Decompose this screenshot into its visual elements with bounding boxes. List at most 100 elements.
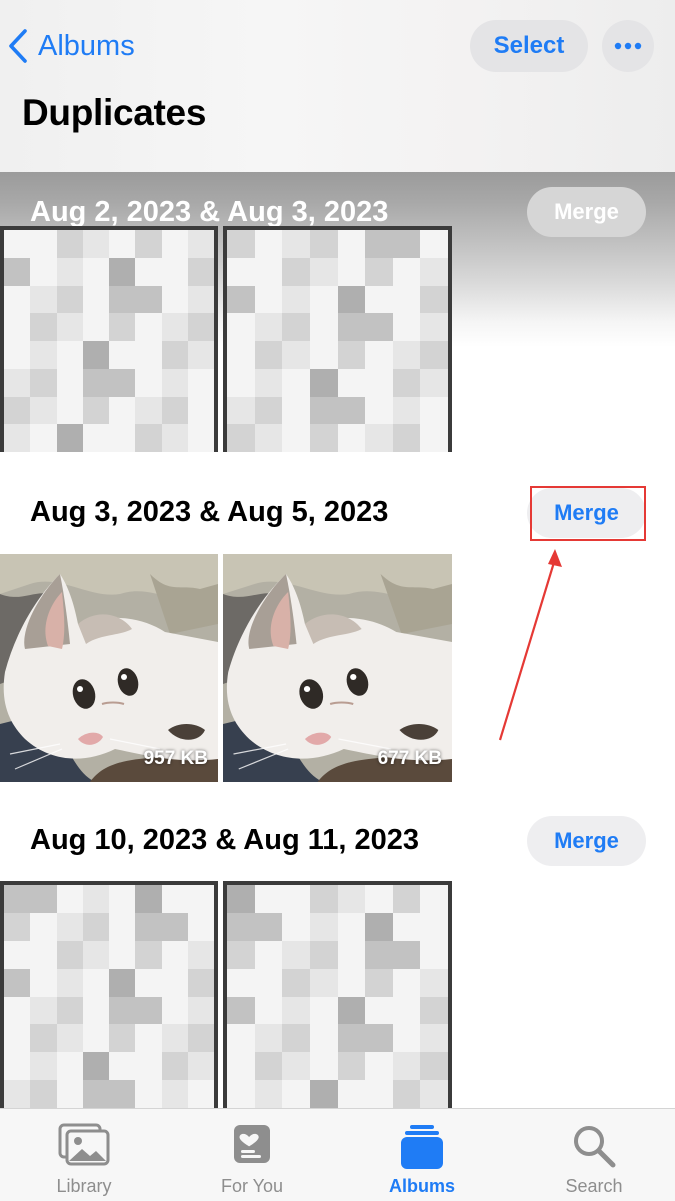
merge-button[interactable]: Merge [527,816,646,866]
mosaic-tile [4,1024,31,1053]
photo-thumbnail[interactable] [0,226,218,452]
mosaic-tile [187,912,214,941]
mosaic-tile [4,912,31,941]
tab-search[interactable]: Search [510,1109,675,1201]
mosaic-tile [392,285,421,314]
tab-albums[interactable]: Albums [338,1109,506,1201]
mosaic-tile [135,968,162,997]
mosaic-tile [392,1080,421,1108]
mosaic-tile [420,368,448,397]
mosaic-tile [161,912,188,941]
library-icon [56,1123,112,1172]
mosaic-tile [109,968,136,997]
mosaic-tile [420,285,448,314]
mosaic-tile [30,1052,57,1081]
mosaic-tile [4,230,31,258]
mosaic-tile [4,396,31,425]
mosaic-tile [187,313,214,341]
more-options-button[interactable] [602,20,654,72]
mosaic-tile [227,968,255,997]
chevron-left-icon [8,28,28,64]
mosaic-tile [227,1024,255,1053]
mosaic-tile [282,368,310,397]
navigation-header: Albums Select Duplicates [0,0,675,172]
duplicate-group: Aug 2, 2023 & Aug 3, 2023 Merge [0,172,675,452]
mosaic-tile [365,968,393,997]
mosaic-tile [309,1052,338,1081]
mosaic-tile [337,313,366,341]
mosaic-tile [254,912,283,941]
mosaic-tile [254,424,283,452]
mosaic-tile [309,230,338,258]
mosaic-tile [4,996,31,1025]
mosaic-tile [161,341,188,369]
mosaic-tile [82,1024,109,1053]
mosaic-tile [135,285,162,314]
mosaic-tile [282,1024,310,1053]
mosaic-tile [135,257,162,286]
mosaic-tile [227,885,255,913]
tab-for-you[interactable]: For You [168,1109,336,1201]
mosaic-tile [420,912,448,941]
photo-thumbnail[interactable]: 677 KB [223,554,452,782]
mosaic-tile [30,257,57,286]
mosaic-tile [56,968,83,997]
mosaic-tile [365,285,393,314]
mosaic-tile [392,257,421,286]
mosaic-tile [161,996,188,1025]
mosaic-tile [337,285,366,314]
mosaic-tile [109,396,136,425]
mosaic-tile [4,313,31,341]
mosaic-tile [282,341,310,369]
merge-button[interactable]: Merge [527,187,646,237]
mosaic-tile [187,968,214,997]
mosaic-tile [109,285,136,314]
albums-icon [398,1123,446,1176]
photo-thumbnail[interactable] [223,881,452,1108]
mosaic-tile [161,257,188,286]
select-button[interactable]: Select [470,20,588,72]
mosaic-tile [309,368,338,397]
mosaic-tile [420,424,448,452]
mosaic-tile [309,424,338,452]
mosaic-tile [420,230,448,258]
mosaic-tile [282,230,310,258]
mosaic-tile [392,313,421,341]
mosaic-tile [365,1052,393,1081]
mosaic-tile [135,1080,162,1108]
mosaic-tile [392,885,421,913]
tab-library[interactable]: Library [0,1109,168,1201]
mosaic-tile [30,285,57,314]
mosaic-tile [254,396,283,425]
mosaic-tile [282,885,310,913]
mosaic-tile [309,341,338,369]
mosaic-tile [309,940,338,969]
mosaic-tile [365,257,393,286]
mosaic-tile [365,313,393,341]
mosaic-tile [82,341,109,369]
mosaic-tile [82,940,109,969]
mosaic-tile [82,257,109,286]
mosaic-tile [420,1052,448,1081]
mosaic-tile [227,396,255,425]
mosaic-tile [337,912,366,941]
mosaic-tile [161,396,188,425]
photo-thumbnail[interactable] [0,881,218,1108]
mosaic-tile [187,940,214,969]
back-to-albums-button[interactable]: Albums [8,22,135,70]
mosaic-tile [420,313,448,341]
mosaic-tile [30,368,57,397]
mosaic-tile [392,940,421,969]
mosaic-tile [30,1024,57,1053]
mosaic-tile [420,341,448,369]
mosaic-tile [337,968,366,997]
mosaic-tile [109,912,136,941]
mosaic-tile [82,396,109,425]
mosaic-tile [337,368,366,397]
mosaic-tile [30,313,57,341]
mosaic-tile [161,940,188,969]
photo-thumbnail[interactable] [223,226,452,452]
mosaic-tile [227,424,255,452]
mosaic-tile [56,368,83,397]
photo-thumbnail[interactable]: 957 KB [0,554,218,782]
